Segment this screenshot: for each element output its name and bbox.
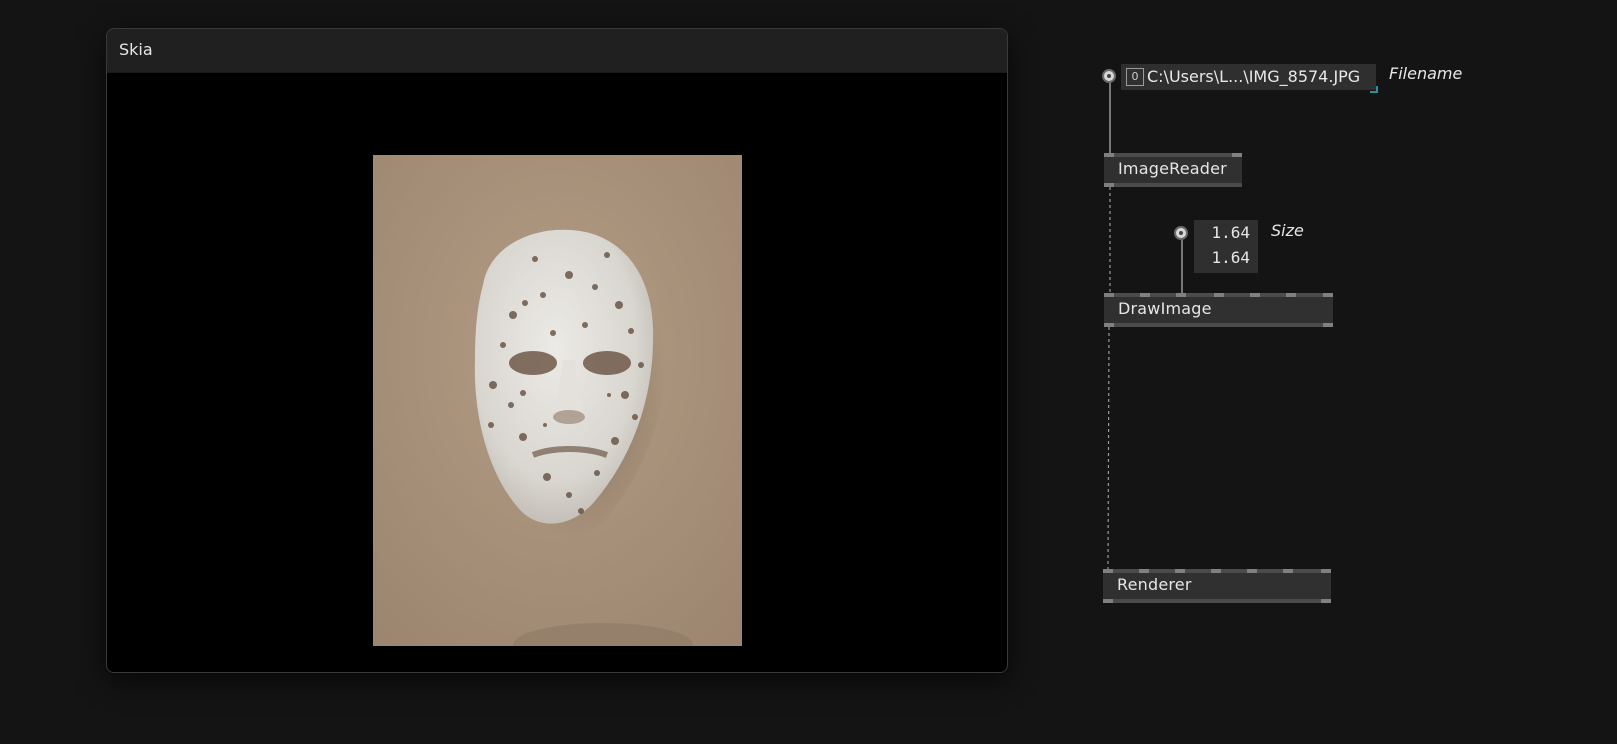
input-pin[interactable]: [1175, 569, 1185, 573]
node-label: Renderer: [1117, 575, 1192, 594]
input-pin[interactable]: [1211, 569, 1221, 573]
node-label: DrawImage: [1118, 299, 1212, 318]
input-pin[interactable]: [1176, 293, 1186, 297]
node-drawimage[interactable]: DrawImage: [1104, 293, 1333, 327]
filename-value: C:\Users\L...\IMG_8574.JPG: [1147, 67, 1361, 86]
input-pin[interactable]: [1232, 153, 1242, 157]
input-pin[interactable]: [1247, 569, 1257, 573]
iobox-resize-handle[interactable]: [1370, 86, 1378, 93]
input-pin[interactable]: [1139, 569, 1149, 573]
node-renderer[interactable]: Renderer: [1103, 569, 1331, 603]
input-pin[interactable]: [1140, 293, 1150, 297]
output-pin[interactable]: [1323, 323, 1333, 327]
size-y-value[interactable]: 1.64: [1211, 248, 1250, 267]
render-canvas[interactable]: [107, 73, 1007, 672]
filename-label: Filename: [1389, 64, 1463, 83]
input-pin[interactable]: [1250, 293, 1260, 297]
node-label: ImageReader: [1118, 159, 1227, 178]
mask-photo-image: [373, 155, 742, 646]
size-label: Size: [1271, 221, 1304, 240]
rendered-photo: [373, 155, 742, 646]
input-pin[interactable]: [1214, 293, 1224, 297]
input-pin[interactable]: [1286, 293, 1296, 297]
input-pin[interactable]: [1104, 293, 1114, 297]
file-dialog-icon[interactable]: 0: [1126, 68, 1144, 86]
input-pin[interactable]: [1323, 293, 1333, 297]
input-pin[interactable]: [1104, 153, 1114, 157]
node-imagereader[interactable]: ImageReader: [1104, 153, 1242, 187]
filename-output-pin[interactable]: [1102, 69, 1116, 83]
size-output-pin[interactable]: [1174, 226, 1188, 240]
vvvv-editor: Skia 0 C:\Users\L...\IMG_8574.JPG Filena…: [0, 0, 1617, 744]
skia-renderer-window[interactable]: Skia: [106, 28, 1008, 673]
output-pin[interactable]: [1104, 323, 1114, 327]
filename-iobox[interactable]: 0 C:\Users\L...\IMG_8574.JPG: [1121, 64, 1376, 90]
input-pin[interactable]: [1103, 569, 1113, 573]
output-pin[interactable]: [1103, 599, 1113, 603]
window-titlebar[interactable]: Skia: [107, 29, 1007, 73]
size-iobox[interactable]: 1.64 1.64: [1194, 220, 1258, 273]
input-pin[interactable]: [1321, 569, 1331, 573]
size-x-value[interactable]: 1.64: [1211, 223, 1250, 242]
input-pin[interactable]: [1283, 569, 1293, 573]
window-title: Skia: [119, 40, 153, 59]
output-pin[interactable]: [1321, 599, 1331, 603]
output-pin[interactable]: [1104, 183, 1114, 187]
